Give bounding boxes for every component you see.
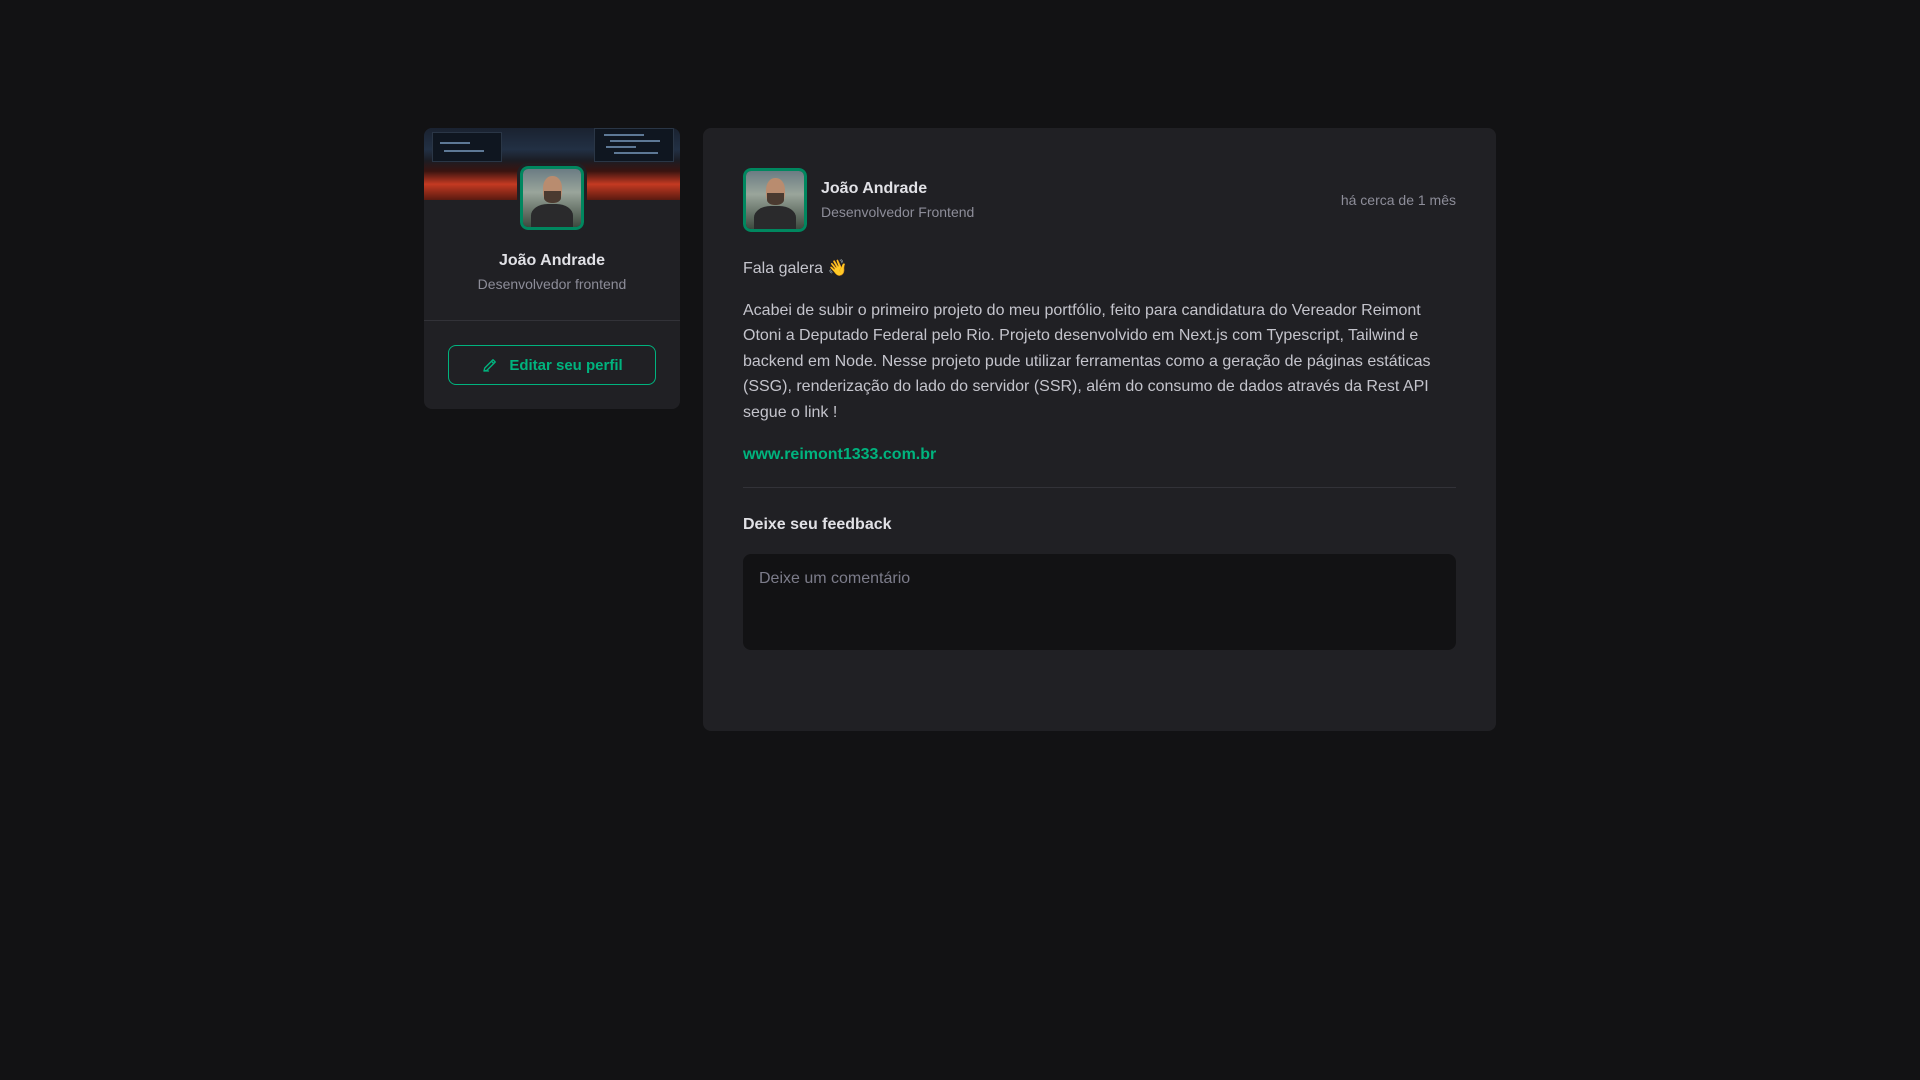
post-content: Fala galera 👋 Acabei de subir o primeiro…	[743, 256, 1456, 467]
edit-profile-label: Editar seu perfil	[509, 356, 623, 374]
post-time: há cerca de 1 mês	[1340, 192, 1456, 208]
author-info: João Andrade Desenvolvedor Frontend	[821, 180, 974, 220]
avatar[interactable]	[740, 165, 810, 235]
profile-summary: João Andrade Desenvolvedor frontend	[424, 163, 680, 320]
edit-profile-button[interactable]: Editar seu perfil	[448, 345, 656, 385]
comment-form: Deixe seu feedback	[743, 512, 1456, 655]
comment-input[interactable]	[743, 553, 1456, 650]
post-greeting: Fala galera 👋	[743, 260, 848, 277]
author-name: João Andrade	[821, 180, 928, 197]
post-link-paragraph: www.reimont1333.com.br	[743, 442, 1456, 468]
pencil-icon	[483, 359, 497, 372]
post-link[interactable]: www.reimont1333.com.br	[743, 446, 936, 463]
profile-sidebar: João Andrade Desenvolvedor frontend Edit…	[424, 128, 680, 409]
avatar[interactable]	[517, 163, 587, 233]
profile-role: Desenvolvedor frontend	[477, 276, 627, 292]
post-author: João Andrade Desenvolvedor Frontend	[740, 165, 974, 235]
post-body: Acabei de subir o primeiro projeto do me…	[743, 301, 1431, 421]
sidebar-footer: Editar seu perfil	[424, 320, 680, 409]
divider	[743, 487, 1456, 489]
page-layout: João Andrade Desenvolvedor frontend Edit…	[424, 128, 1496, 731]
author-role: Desenvolvedor Frontend	[821, 204, 975, 220]
post-card: João Andrade Desenvolvedor Frontend há c…	[703, 128, 1496, 731]
profile-name: João Andrade	[498, 252, 606, 269]
feedback-title: Deixe seu feedback	[743, 516, 892, 534]
post-header: João Andrade Desenvolvedor Frontend há c…	[740, 165, 1456, 235]
